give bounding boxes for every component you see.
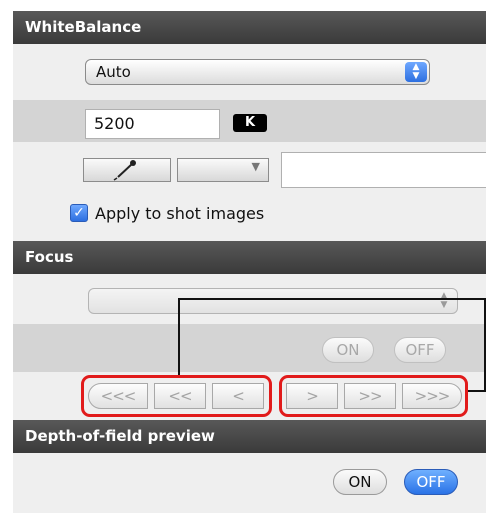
wb-kelvin-row: 5200 K — [13, 100, 486, 142]
checkmark-icon: ✓ — [73, 205, 85, 221]
eyedropper-button[interactable] — [83, 158, 171, 182]
apply-checkbox-label: Apply to shot images — [95, 204, 265, 223]
kelvin-input[interactable]: 5200 — [85, 109, 220, 139]
select-arrows-icon: ▲ ▼ — [405, 62, 427, 82]
callout-near-buttons — [81, 375, 272, 417]
wb-preset-value: Auto — [96, 63, 131, 81]
callout-line — [178, 298, 486, 300]
white-balance-header: WhiteBalance — [13, 11, 486, 44]
focus-select[interactable]: ▲ ▼ — [88, 288, 458, 314]
dof-row: ON OFF — [13, 453, 486, 513]
callout-far-buttons — [279, 375, 468, 417]
wb-dropdown[interactable]: ▼ — [177, 158, 269, 182]
eyedropper-icon — [113, 160, 136, 181]
focus-off-button[interactable]: OFF — [394, 337, 446, 363]
chevron-down-icon: ▼ — [251, 160, 260, 173]
wb-preset-select[interactable]: Auto ▲ ▼ — [85, 59, 430, 85]
focus-onoff-row: ON OFF — [13, 324, 486, 372]
focus-on-button[interactable]: ON — [322, 337, 374, 363]
focus-header: Focus — [13, 241, 486, 274]
dof-header: Depth-of-field preview — [13, 420, 486, 453]
apply-row: ✓ Apply to shot images — [13, 196, 486, 241]
apply-checkbox[interactable]: ✓ — [70, 204, 88, 222]
wb-picker-row: ▼ — [13, 142, 486, 196]
callout-line — [178, 298, 180, 375]
kelvin-badge: K — [233, 114, 267, 132]
wb-preset-row: Auto ▲ ▼ — [13, 44, 486, 100]
wb-value-field[interactable] — [281, 152, 486, 188]
camera-settings-panel: WhiteBalance Auto ▲ ▼ 5200 K ▼ ✓ Apply to… — [13, 11, 486, 513]
dof-on-button[interactable]: ON — [333, 469, 387, 495]
select-arrows-icon: ▲ ▼ — [440, 291, 448, 310]
dof-off-button[interactable]: OFF — [404, 469, 458, 495]
